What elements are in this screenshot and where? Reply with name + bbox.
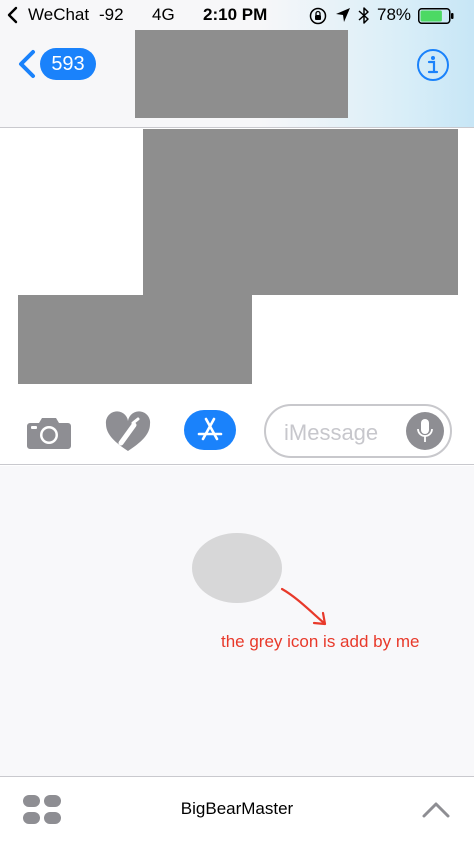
- annotation-text: the grey icon is add by me: [221, 632, 420, 651]
- microphone-icon: [417, 419, 433, 442]
- app-drawer: the grey icon is add by me: [0, 466, 474, 776]
- battery-percent: 78%: [377, 5, 412, 24]
- orientation-lock-icon: [309, 7, 327, 25]
- grey-app-icon[interactable]: [192, 533, 282, 603]
- bluetooth-icon: [358, 7, 369, 24]
- location-icon: [336, 8, 350, 22]
- app-drawer-bottom-bar: BigBearMaster: [0, 776, 474, 841]
- message-redacted: [143, 129, 458, 295]
- battery-icon: [418, 8, 454, 24]
- signal-strength: -92: [99, 5, 124, 24]
- camera-icon[interactable]: [26, 413, 72, 451]
- microphone-button[interactable]: [406, 412, 444, 450]
- app-name-label: BigBearMaster: [180, 799, 294, 818]
- back-arrow-icon[interactable]: [4, 6, 22, 24]
- navigation-header: WeChat -92 4G 2:10 PM 78% 593: [0, 0, 474, 128]
- info-icon[interactable]: [416, 48, 450, 82]
- imessage-placeholder: iMessage: [284, 420, 379, 445]
- status-bar: WeChat -92 4G 2:10 PM 78%: [0, 0, 474, 30]
- chevron-up-icon[interactable]: [421, 799, 451, 819]
- network-type: 4G: [152, 5, 175, 24]
- imessage-input[interactable]: iMessage: [264, 404, 452, 458]
- carrier-label: WeChat: [28, 5, 90, 24]
- back-button[interactable]: 593: [16, 46, 96, 82]
- chevron-left-icon: [19, 50, 35, 78]
- digital-touch-icon[interactable]: [104, 411, 152, 453]
- message-redacted: [18, 295, 252, 384]
- unread-count-badge: 593: [40, 48, 96, 80]
- contact-redacted-area[interactable]: [135, 30, 348, 118]
- conversation-area: [0, 129, 474, 389]
- app-store-button[interactable]: [184, 410, 236, 450]
- message-input-bar: iMessage: [0, 399, 474, 465]
- status-time: 2:10 PM: [203, 5, 268, 24]
- annotation-arrow-icon: [280, 587, 327, 626]
- app-store-icon: [197, 417, 223, 441]
